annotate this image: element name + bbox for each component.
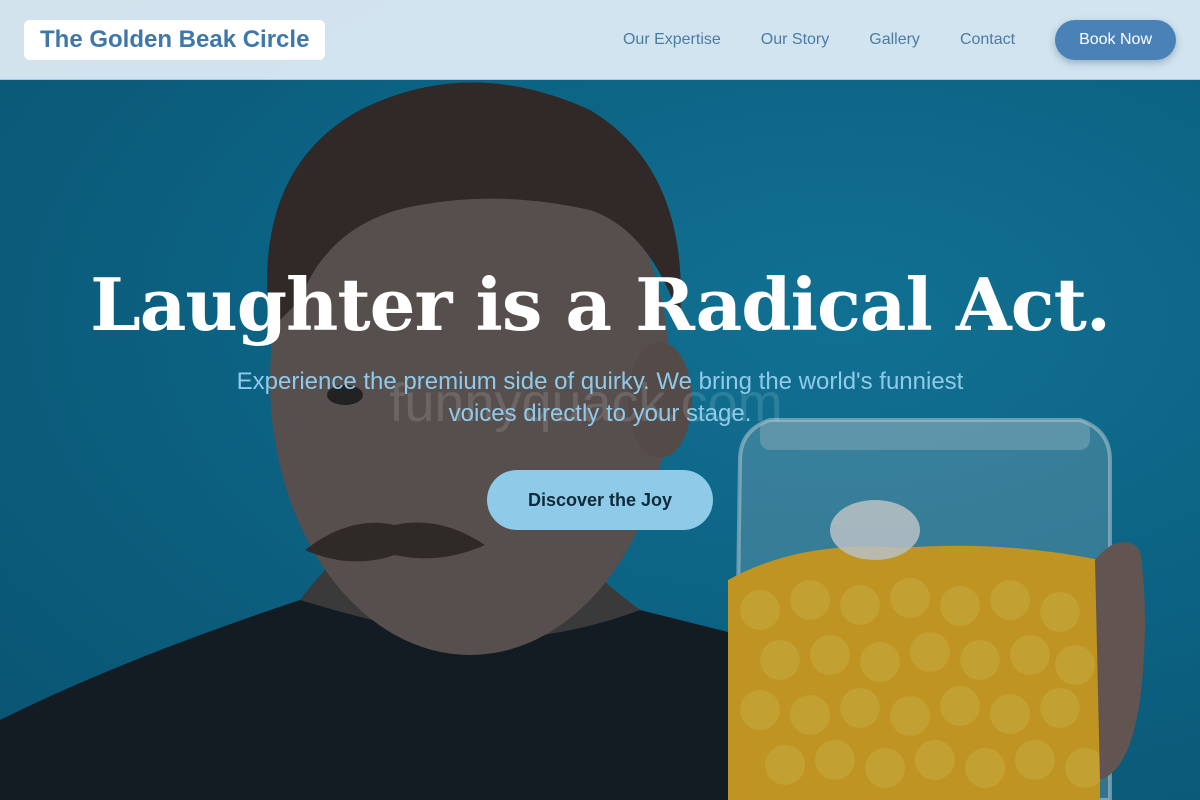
site-header: The Golden Beak Circle Our Expertise Our… [0, 0, 1200, 80]
nav-link-gallery[interactable]: Gallery [869, 31, 920, 49]
discover-joy-button[interactable]: Discover the Joy [487, 470, 713, 530]
nav-link-contact[interactable]: Contact [960, 31, 1015, 49]
brand-logo[interactable]: The Golden Beak Circle [24, 20, 326, 60]
hero-headline: Laughter is a Radical Act. [90, 262, 1111, 347]
nav-link-our-expertise[interactable]: Our Expertise [623, 31, 721, 49]
nav-link-our-story[interactable]: Our Story [761, 31, 829, 49]
hero-subheadline: Experience the premium side of quirky. W… [236, 368, 964, 427]
main-nav: Our Expertise Our Story Gallery Contact … [623, 20, 1176, 60]
book-now-button[interactable]: Book Now [1055, 20, 1176, 60]
